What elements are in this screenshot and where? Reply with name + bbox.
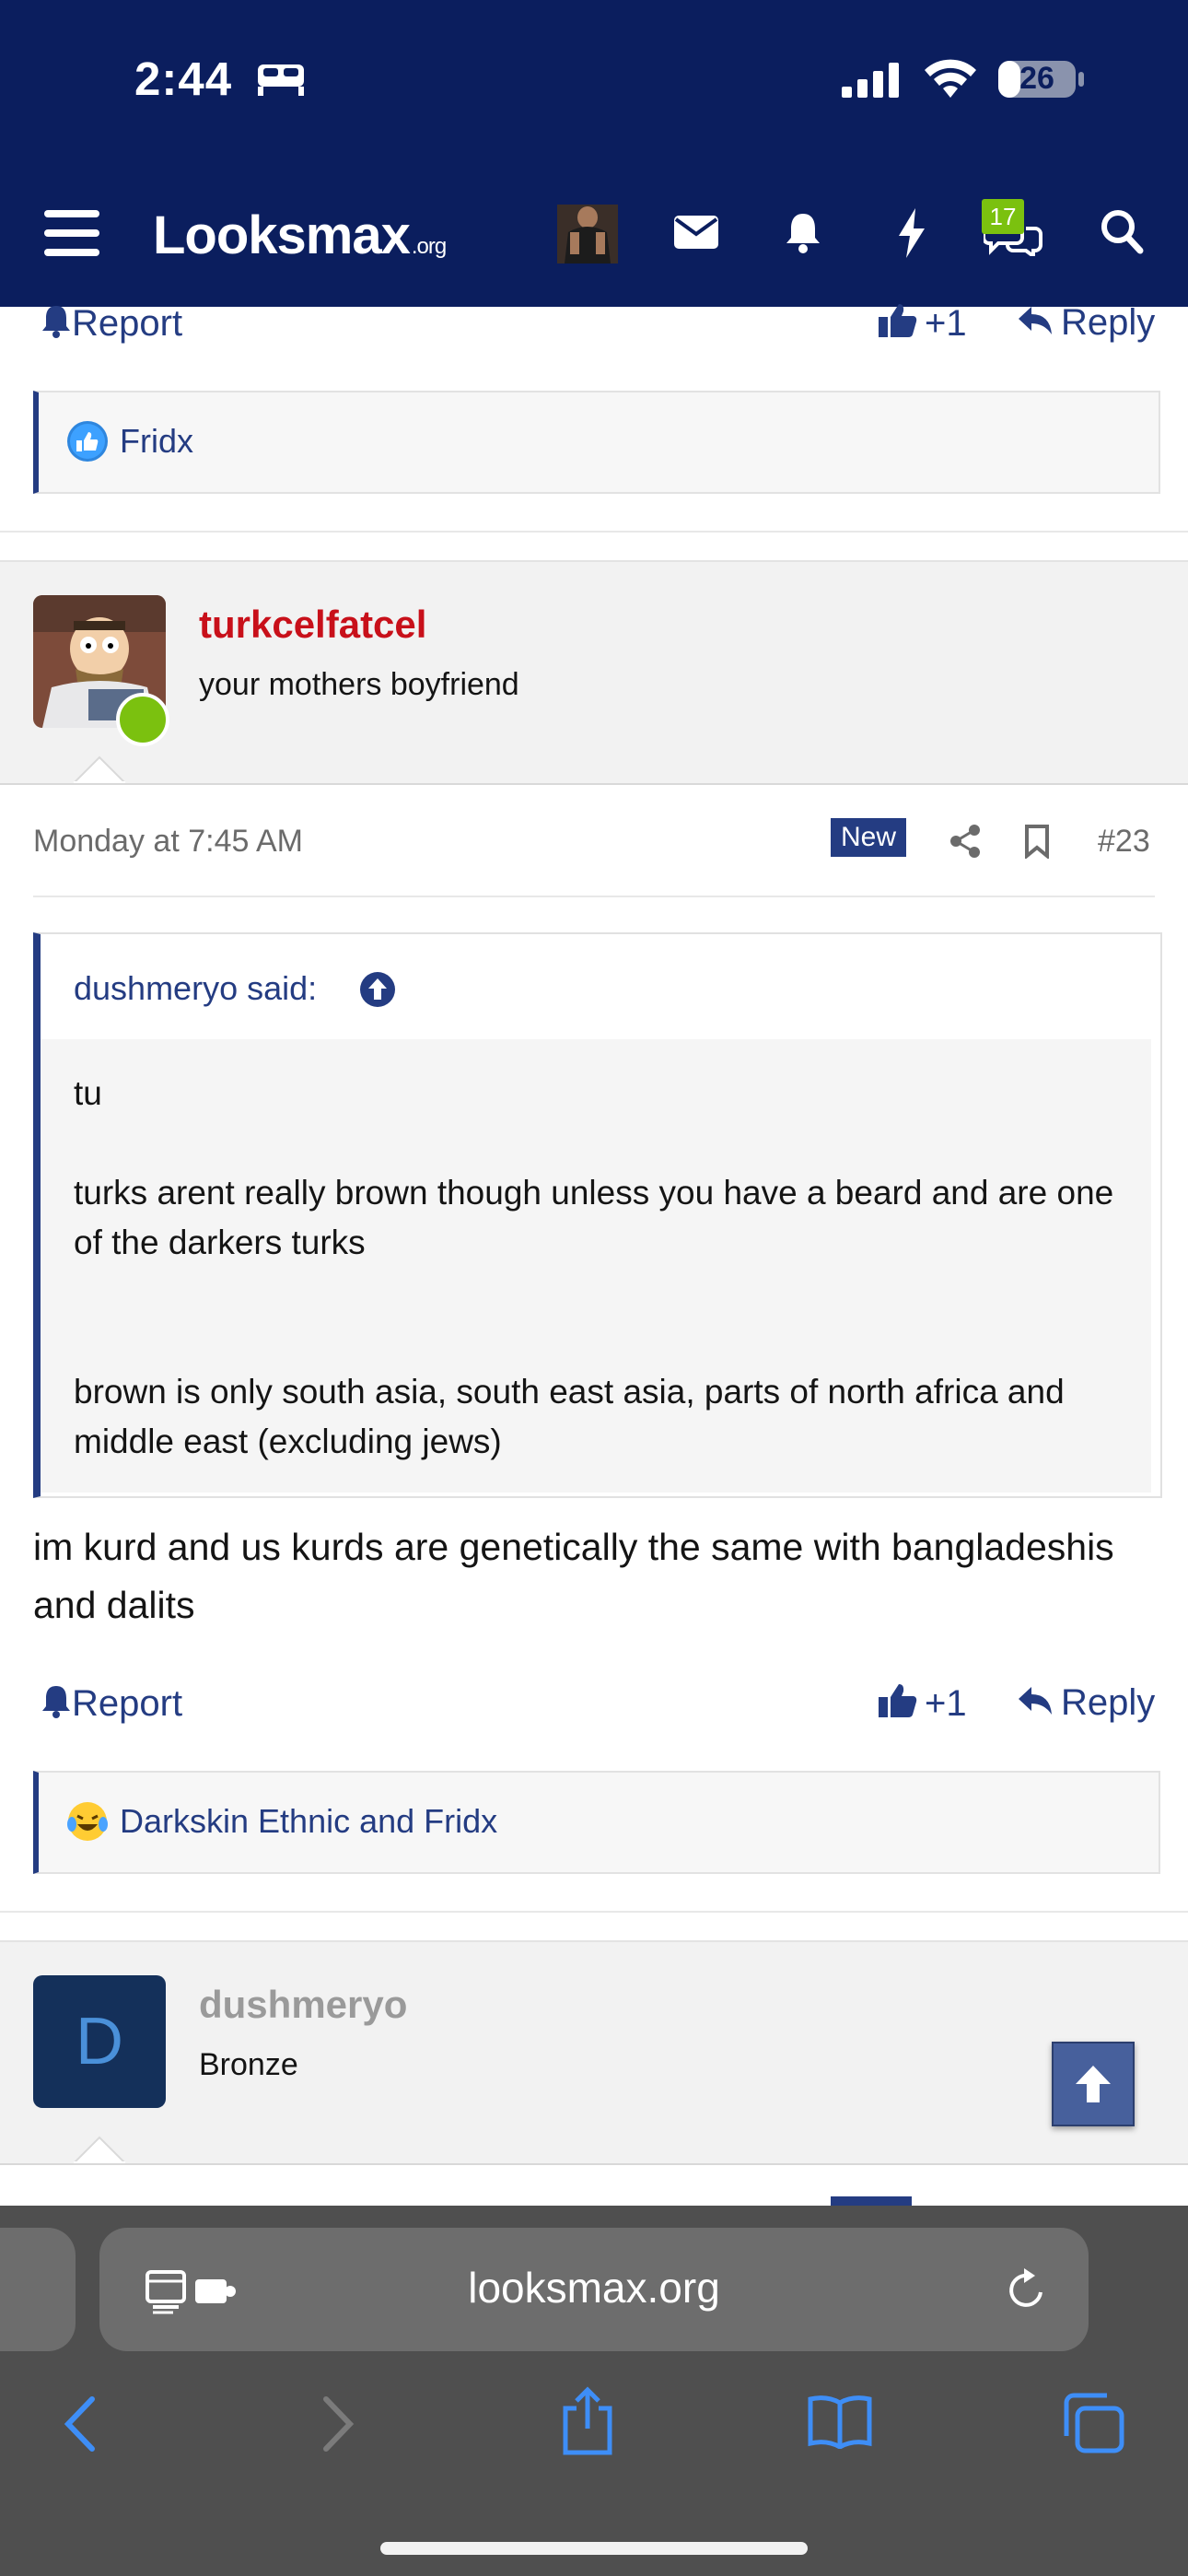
whats-new-bolt-icon[interactable] <box>895 208 928 258</box>
report-label: Report <box>72 1683 183 1724</box>
crying-laughing-emoji-icon <box>66 1800 109 1843</box>
post-message: im kurd and us kurds are genetically the… <box>33 1526 1114 1626</box>
sleep-focus-icon <box>254 61 308 98</box>
reload-icon[interactable] <box>1004 2266 1050 2314</box>
quote-line-1: tu <box>74 1074 102 1112</box>
reply-arrow-icon <box>1017 1685 1054 1716</box>
bookmark-icon[interactable] <box>1024 824 1050 859</box>
logo-suffix: .org <box>411 234 447 259</box>
quote-jump-arrow-icon[interactable] <box>359 971 396 1008</box>
reply-button[interactable]: Reply <box>1017 302 1155 344</box>
account-avatar[interactable] <box>557 205 618 263</box>
post-user-title: your mothers boyfriend <box>199 667 519 702</box>
reply-label: Reply <box>1061 1682 1156 1723</box>
menu-icon[interactable] <box>44 208 99 258</box>
reaction-users[interactable]: Fridx <box>120 422 193 461</box>
reader-extensions-icon[interactable] <box>146 2268 250 2314</box>
quote-author[interactable]: dushmeryo said: <box>74 969 317 1008</box>
url-text[interactable]: looksmax.org <box>368 2263 820 2313</box>
thumbs-up-icon <box>879 1682 917 1719</box>
share-icon[interactable] <box>949 824 982 859</box>
arrow-up-icon <box>1076 2066 1111 2102</box>
inbox-icon[interactable] <box>674 216 718 249</box>
wifi-icon <box>923 57 978 100</box>
search-icon[interactable] <box>1100 208 1144 254</box>
like-count: +1 <box>925 1683 967 1724</box>
post-user-title: Bronze <box>199 2047 298 2082</box>
report-link[interactable]: Report <box>41 302 182 345</box>
report-link[interactable]: Report <box>41 1682 182 1725</box>
forward-icon[interactable] <box>320 2395 357 2453</box>
post-user-bar <box>0 560 1188 785</box>
logo-text: Looksmax <box>153 205 411 265</box>
reply-arrow-icon <box>1017 305 1054 336</box>
post-divider <box>0 1911 1188 1913</box>
like-count: +1 <box>925 303 967 344</box>
like-reaction-icon <box>66 420 109 463</box>
report-label: Report <box>72 303 183 344</box>
reply-button[interactable]: Reply <box>1017 1682 1155 1724</box>
user-avatar-letter[interactable]: D <box>33 1975 166 2108</box>
previous-tab-pill[interactable] <box>0 2228 76 2351</box>
alerts-bell-icon[interactable] <box>785 210 821 254</box>
conversations-badge: 17 <box>982 199 1024 234</box>
report-bell-icon <box>41 302 72 339</box>
battery-level: 26 <box>1019 61 1054 96</box>
report-bell-icon <box>41 1682 72 1719</box>
status-time: 2:44 <box>134 53 233 105</box>
thumbs-up-icon <box>879 302 917 339</box>
post-divider <box>0 531 1188 533</box>
new-badge: New <box>831 818 907 857</box>
cellular-signal-icon <box>840 61 904 98</box>
quote-line-2: turks arent really brown though unless y… <box>74 1174 1114 1261</box>
user-bar-pointer <box>74 2134 125 2163</box>
scroll-to-top-button[interactable] <box>1052 2042 1135 2126</box>
post-timestamp[interactable]: Monday at 7:45 AM <box>33 824 303 860</box>
bookmarks-book-icon[interactable] <box>807 2394 873 2449</box>
quote-line-3: brown is only south asia, south east asi… <box>74 1373 1065 1460</box>
post-user-bar <box>0 1940 1188 2165</box>
like-button[interactable]: +1 <box>879 302 967 345</box>
reply-label: Reply <box>1061 302 1156 343</box>
post-username[interactable]: dushmeryo <box>199 1983 407 2027</box>
post-username[interactable]: turkcelfatcel <box>199 603 426 647</box>
post-number[interactable]: #23 <box>1098 824 1150 860</box>
user-bar-pointer <box>74 754 125 783</box>
site-logo[interactable]: Looksmax.org <box>153 205 447 266</box>
online-status-indicator <box>116 693 169 746</box>
reaction-users[interactable]: Darkskin Ethnic and Fridx <box>120 1802 497 1841</box>
home-indicator[interactable] <box>380 2542 808 2555</box>
tabs-overview-icon[interactable] <box>1061 2392 1125 2454</box>
reactions-bar[interactable] <box>33 391 1160 494</box>
back-icon[interactable] <box>61 2395 98 2453</box>
post-header-divider <box>33 896 1155 897</box>
like-button[interactable]: +1 <box>879 1682 967 1725</box>
share-sheet-icon[interactable] <box>560 2386 615 2456</box>
